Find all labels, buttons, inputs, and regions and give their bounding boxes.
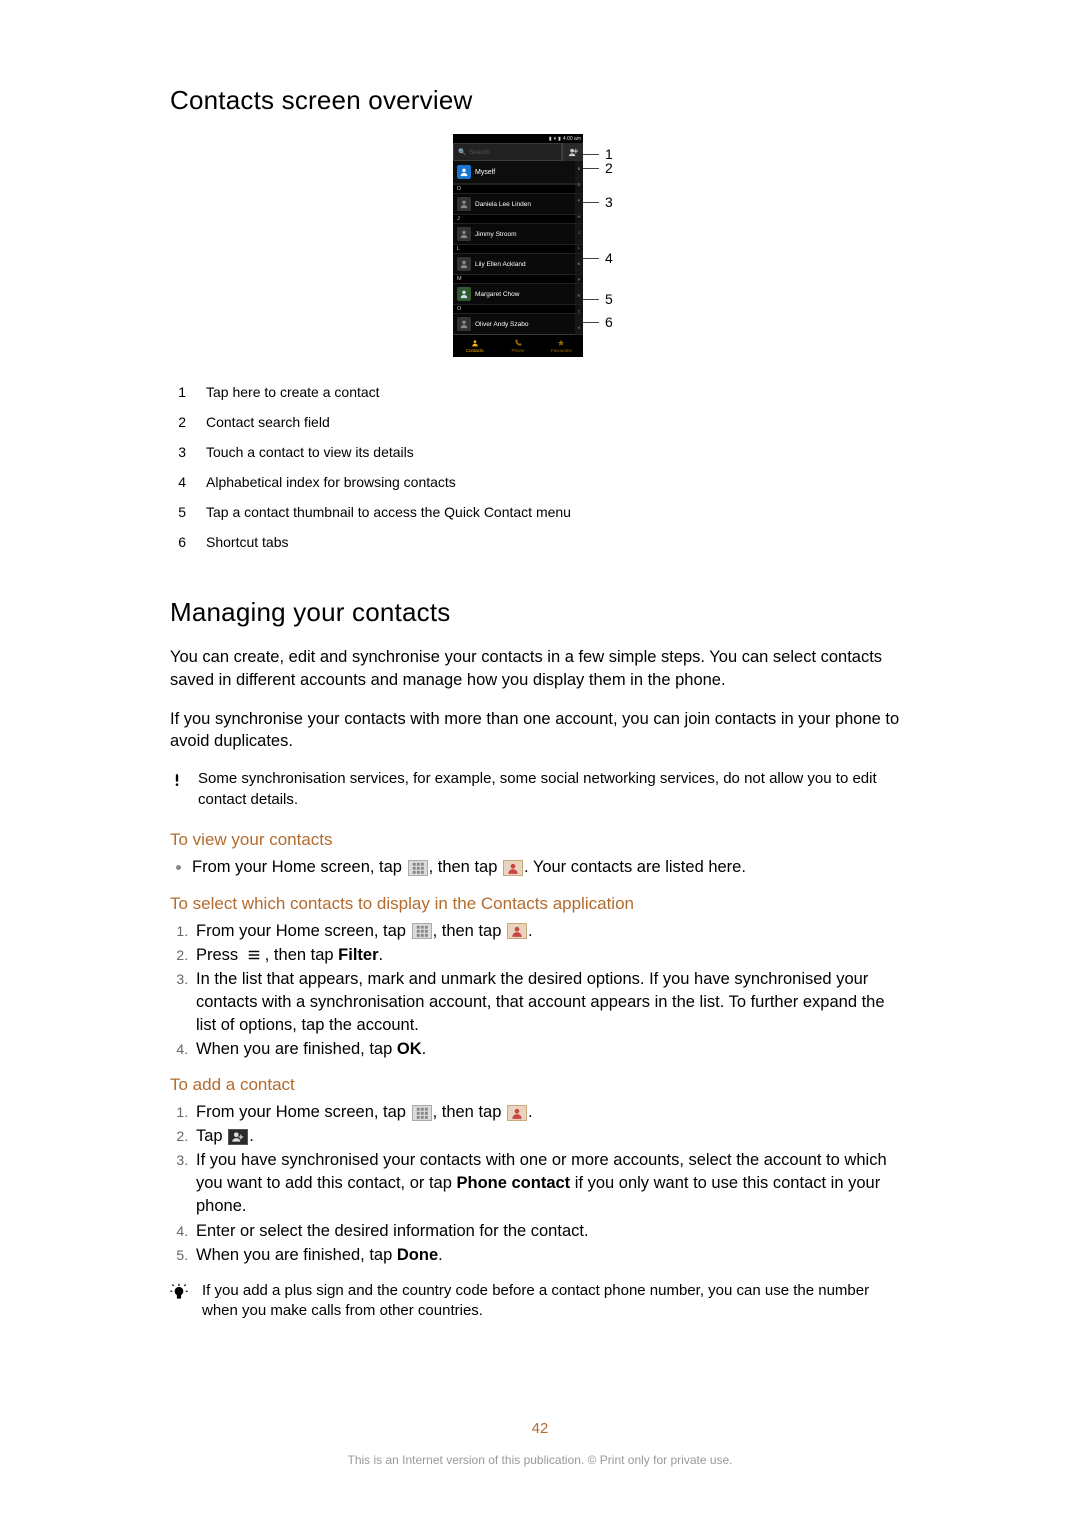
contact-row[interactable]: Daniela Lee Linden	[453, 194, 583, 214]
contact-name: Lily Ellen Ackland	[475, 261, 526, 268]
callout-num: 6	[605, 314, 613, 330]
star-tab-icon	[557, 339, 565, 347]
list-item: Tap .	[192, 1125, 900, 1148]
list-item: When you are finished, tap Done.	[192, 1244, 900, 1267]
screenshot-figure: ▮ ▾ ▮ 4:00 am 🔍 Search	[170, 134, 900, 357]
menu-icon	[244, 948, 264, 962]
contact-name: Oliver Andy Szabo	[475, 321, 528, 328]
status-time: 4:00 am	[563, 136, 581, 142]
contact-row[interactable]: Jimmy Stroom	[453, 224, 583, 244]
tip-text: If you add a plus sign and the country c…	[202, 1281, 900, 1322]
heading-overview: Contacts screen overview	[170, 85, 900, 116]
list-item: In the list that appears, mark and unmar…	[192, 968, 900, 1037]
legend-num: 4	[170, 474, 186, 490]
callout-num: 4	[605, 250, 613, 266]
search-icon: 🔍	[458, 148, 466, 156]
phone-tab-icon	[514, 339, 522, 347]
section-m: M	[453, 274, 583, 284]
section-l: L	[453, 244, 583, 254]
paragraph: You can create, edit and synchronise you…	[170, 646, 900, 692]
contacts-app-icon	[507, 923, 527, 939]
avatar	[457, 165, 471, 179]
tab-favourites[interactable]: Favourites	[540, 335, 583, 357]
tip-note: If you add a plus sign and the country c…	[170, 1281, 900, 1322]
tab-contacts[interactable]: Contacts	[453, 335, 496, 357]
signal-icon: ▮	[549, 136, 552, 142]
apps-grid-icon	[412, 1105, 432, 1121]
legend-text: Tap here to create a contact	[206, 384, 380, 400]
add-contact-icon	[568, 147, 579, 158]
contact-name: Daniela Lee Linden	[475, 201, 531, 208]
tab-label: Contacts	[466, 348, 484, 353]
contact-row[interactable]: Oliver Andy Szabo	[453, 314, 583, 334]
subheading-view: To view your contacts	[170, 830, 900, 850]
legend-num: 6	[170, 534, 186, 550]
list-item: From your Home screen, tap , then tap .	[192, 920, 900, 943]
legend-text: Tap a contact thumbnail to access the Qu…	[206, 504, 571, 520]
page-number: 42	[0, 1420, 1080, 1437]
contacts-app-icon	[507, 1105, 527, 1121]
search-input[interactable]: 🔍 Search	[453, 143, 562, 161]
myself-row[interactable]: Myself	[453, 161, 583, 184]
legend-num: 1	[170, 384, 186, 400]
callout-num: 2	[605, 160, 613, 176]
note-text: Some synchronisation services, for examp…	[198, 769, 900, 810]
battery-icon: ▮	[558, 136, 561, 142]
legend-text: Touch a contact to view its details	[206, 444, 414, 460]
paragraph: If you synchronise your contacts with mo…	[170, 708, 900, 754]
important-note: Some synchronisation services, for examp…	[170, 769, 900, 810]
contact-name: Margaret Chow	[475, 291, 519, 298]
callout-num: 3	[605, 194, 613, 210]
section-d: D	[453, 184, 583, 194]
phone-screenshot: ▮ ▾ ▮ 4:00 am 🔍 Search	[453, 134, 583, 357]
contact-name: Jimmy Stroom	[475, 231, 517, 238]
subheading-select: To select which contacts to display in t…	[170, 894, 900, 914]
avatar[interactable]	[457, 197, 471, 211]
list-item: Press , then tap Filter.	[192, 944, 900, 967]
list-item: From your Home screen, tap , then tap . …	[192, 856, 900, 879]
legend-num: 3	[170, 444, 186, 460]
page: Contacts screen overview ▮ ▾ ▮ 4:00 am 🔍…	[0, 0, 1080, 1527]
legend-text: Contact search field	[206, 414, 330, 430]
apps-grid-icon	[412, 923, 432, 939]
list-item: From your Home screen, tap , then tap .	[192, 1101, 900, 1124]
alpha-index[interactable]: BDFHJLNPRTV	[575, 161, 583, 335]
legend-text: Alphabetical index for browsing contacts	[206, 474, 456, 490]
contact-row[interactable]: Lily Ellen Ackland	[453, 254, 583, 274]
tab-label: Phone	[511, 348, 524, 353]
status-bar: ▮ ▾ ▮ 4:00 am	[453, 134, 583, 143]
avatar[interactable]	[457, 227, 471, 241]
tab-label: Favourites	[551, 348, 572, 353]
avatar[interactable]	[457, 287, 471, 301]
legend-text: Shortcut tabs	[206, 534, 289, 550]
contact-row[interactable]: Margaret Chow	[453, 284, 583, 304]
myself-label: Myself	[475, 169, 495, 176]
legend-num: 5	[170, 504, 186, 520]
avatar[interactable]	[457, 317, 471, 331]
avatar[interactable]	[457, 257, 471, 271]
exclamation-icon	[170, 769, 184, 810]
list-item: If you have synchronised your contacts w…	[192, 1149, 900, 1218]
apps-grid-icon	[408, 860, 428, 876]
footer-text: This is an Internet version of this publ…	[0, 1453, 1080, 1467]
list-item: Enter or select the desired information …	[192, 1220, 900, 1243]
heading-managing: Managing your contacts	[170, 597, 900, 628]
section-j: J	[453, 214, 583, 224]
tab-phone[interactable]: Phone	[496, 335, 539, 357]
contacts-app-icon	[503, 860, 523, 876]
add-contact-icon	[228, 1129, 248, 1145]
callout-num: 5	[605, 291, 613, 307]
contacts-tab-icon	[471, 339, 479, 347]
search-placeholder: Search	[469, 149, 490, 156]
callout-legend: 1 Tap here to create a contact 2 Contact s…	[170, 377, 900, 557]
legend-num: 2	[170, 414, 186, 430]
add-contact-button[interactable]	[562, 143, 583, 161]
wifi-icon: ▾	[554, 136, 557, 142]
section-o: O	[453, 304, 583, 314]
list-item: When you are finished, tap OK.	[192, 1038, 900, 1061]
subheading-add: To add a contact	[170, 1075, 900, 1095]
lightbulb-icon	[170, 1281, 190, 1322]
